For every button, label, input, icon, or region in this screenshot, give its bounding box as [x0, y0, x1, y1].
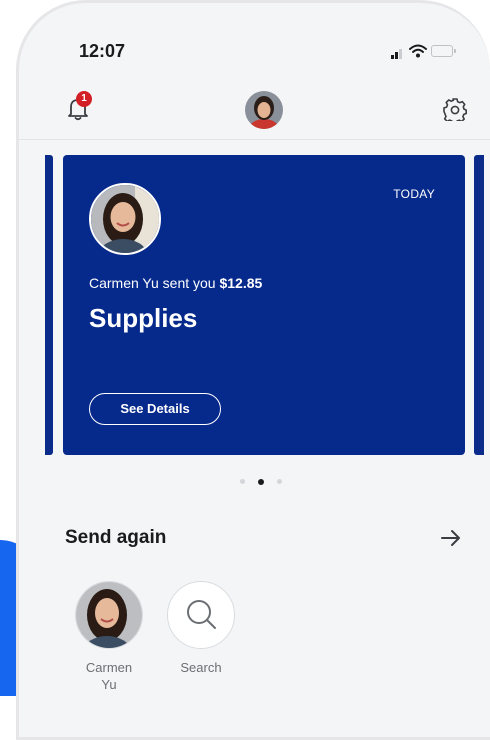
send-again-title: Send again [65, 527, 167, 548]
notification-badge: 1 [76, 91, 92, 107]
pager-dot[interactable] [277, 479, 282, 484]
phone-frame: 12:07 1 TODAY Carmen Yu sent you $12.85 … [16, 0, 490, 740]
transaction-amount: $12.85 [219, 275, 263, 291]
search-circle [167, 581, 235, 649]
contact-carmen-yu[interactable]: Carmen Yu [69, 581, 149, 693]
pager-dot[interactable] [240, 479, 245, 484]
transaction-message-text: Carmen Yu sent you [89, 275, 220, 291]
contact-avatar [75, 581, 143, 649]
payment-received-card[interactable]: TODAY Carmen Yu sent you $12.85 Supplies… [63, 155, 465, 455]
contact-name: Carmen Yu [85, 660, 133, 692]
transaction-date: TODAY [393, 187, 435, 201]
avatar-image [245, 91, 283, 129]
profile-avatar[interactable] [245, 91, 283, 129]
avatar-image [91, 185, 159, 253]
arrow-right-icon[interactable] [439, 527, 463, 549]
battery-icon [431, 45, 456, 57]
notifications-button[interactable]: 1 [67, 91, 93, 121]
app-header: 1 [19, 73, 490, 140]
cellular-signal-icon [391, 47, 405, 59]
status-time: 12:07 [79, 41, 126, 61]
transaction-message: Carmen Yu sent you $12.85 [89, 275, 262, 291]
wifi-icon [409, 44, 427, 58]
sender-avatar [89, 183, 161, 255]
contact-name: Search [180, 660, 222, 675]
search-icon [187, 600, 216, 629]
see-details-button[interactable]: See Details [89, 393, 221, 425]
status-bar: 12:07 [19, 3, 490, 73]
transaction-note: Supplies [89, 303, 198, 333]
pager-dot-active[interactable] [258, 478, 264, 485]
contact-search[interactable]: Search [161, 581, 241, 676]
avatar-image [76, 582, 142, 648]
gear-icon[interactable] [443, 97, 467, 121]
previous-card-peek[interactable] [45, 155, 53, 455]
next-card-peek[interactable] [474, 155, 484, 455]
